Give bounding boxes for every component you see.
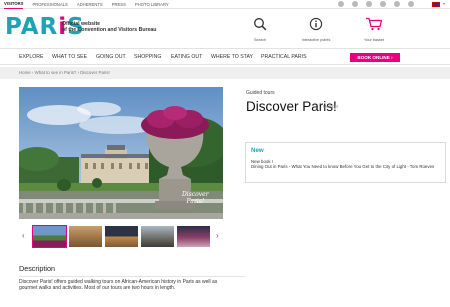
instagram-icon[interactable] [394,1,400,7]
tagline-line-2: of the Convention and Visitors Bureau [62,27,157,34]
book-online-label: BOOK ONLINE [357,54,390,60]
cart-icon [366,17,383,31]
description-title: Description [19,264,55,273]
interactive-points-button[interactable]: Interactive points [296,17,336,42]
description-text: Discover Paris! offers guided walking to… [19,279,218,292]
nav-item-going-out[interactable]: GOING OUT [96,49,126,65]
photo-caption: Discover Paris! [182,191,209,205]
site-tagline: Official website of the Convention and V… [62,21,172,34]
audience-link-adherents[interactable]: ADHERENTS [77,0,103,9]
audience-link-press[interactable]: PRESS [112,0,126,9]
news-line-2: Dining Out in Paris - What You Need to k… [251,164,435,170]
thumbnail-4[interactable] [141,226,174,247]
photo-caption-line-1: Discover [182,191,209,198]
nav-item-shopping[interactable]: SHOPPING [134,49,161,65]
top-utility-bar: VISITORS PROFESSIONALS ADHERENTS PRESS P… [0,0,450,9]
audience-link-professionals[interactable]: PROFESSIONALS [32,0,67,9]
search-button[interactable]: Search [240,17,280,42]
news-body: New book ! Dining Out in Paris - What Yo… [251,159,439,169]
info-icon [309,17,323,31]
main-photo[interactable]: Discover Paris! [19,87,223,219]
breadcrumb: Home › What to see in Paris? › Discover … [0,67,450,79]
main-nav: EXPLORE WHAT TO SEE GOING OUT SHOPPING E… [0,48,450,65]
nav-item-eating-out[interactable]: EATING OUT [171,49,202,65]
chevron-down-icon[interactable]: ▾ [443,1,445,6]
chevron-left-icon[interactable]: ‹ [22,231,25,240]
nav-item-practical-paris[interactable]: PRACTICAL PARIS [261,49,307,65]
description-divider [19,276,245,277]
thumbnail-3[interactable] [105,226,138,247]
nav-item-what-to-see[interactable]: WHAT TO SEE [52,49,87,65]
search-label: Search [253,38,267,42]
uk-flag-icon[interactable] [432,1,440,7]
search-icon [254,18,267,31]
youtube-icon[interactable] [366,1,372,7]
news-box: New New book ! Dining Out in Paris - Wha… [245,142,446,183]
breadcrumb-text[interactable]: Home › What to see in Paris? › Discover … [19,67,110,79]
photo-caption-line-2: Paris! [186,198,205,205]
social-links [330,1,414,7]
pinterest-icon[interactable] [380,1,386,7]
chevron-right-icon: › [391,54,393,60]
book-online-button[interactable]: BOOK ONLINE › [350,52,400,62]
thumbnail-strip: ‹ › [19,225,223,248]
facebook-icon[interactable] [338,1,344,7]
offer-category: Guided tours [246,90,275,96]
audience-link-visitors[interactable]: VISITORS [4,0,24,9]
basket-label: Your basket [364,38,384,42]
rss-icon[interactable] [408,1,414,7]
twitter-icon[interactable] [352,1,358,7]
interactive-points-label: Interactive points [301,38,331,42]
news-title: New [251,147,264,154]
member-label: Member [323,104,339,109]
site-header: PARiS Official website of the Convention… [0,10,450,46]
thumbnail-1[interactable] [32,225,67,248]
audience-link-photo-library[interactable]: PHOTO LIBRARY [135,0,169,9]
thumbnail-2[interactable] [69,226,102,247]
chevron-right-icon[interactable]: › [216,231,219,240]
audience-links: VISITORS PROFESSIONALS ADHERENTS PRESS P… [4,0,178,9]
basket-button[interactable]: Your basket [354,17,394,42]
thumbnail-5[interactable] [177,226,210,247]
nav-item-where-to-stay[interactable]: WHERE TO STAY [211,49,253,65]
nav-item-explore[interactable]: EXPLORE [19,49,44,65]
